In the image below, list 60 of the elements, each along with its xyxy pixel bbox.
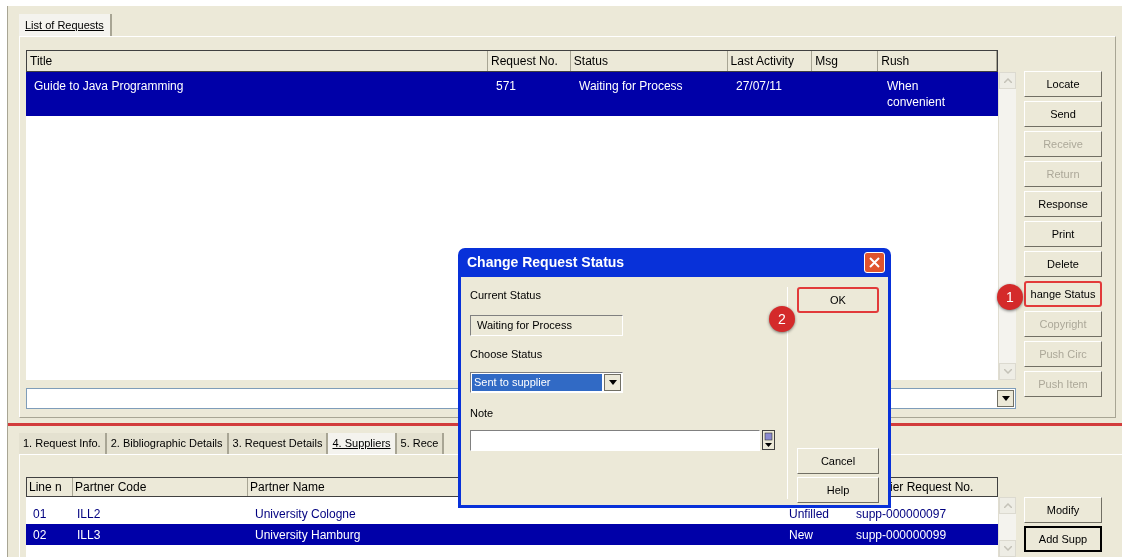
status-dropdown[interactable]: Sent to supplier [470, 372, 623, 393]
column-header[interactable]: Request No. [488, 51, 571, 71]
close-button[interactable] [864, 252, 885, 273]
column-header[interactable]: Partner Code [73, 478, 248, 496]
table-cell: University Cologne [255, 506, 356, 521]
tab[interactable]: List of Requests [19, 14, 112, 36]
list-icon[interactable] [762, 430, 775, 450]
table-cell: ILL2 [77, 506, 101, 521]
scrollbar[interactable] [998, 72, 1016, 380]
column-header[interactable]: Msg [812, 51, 879, 71]
table-cell: supp-000000097 [856, 506, 947, 521]
column-header[interactable]: Line n [27, 478, 73, 496]
ok-button[interactable]: OK [797, 287, 879, 313]
action-button[interactable]: hange Status [1024, 281, 1102, 307]
table-row[interactable]: 02 ILL3 University Hamburg New supp-000000099 [26, 524, 998, 545]
field-label: Current Status [470, 288, 541, 303]
help-button[interactable]: Help [797, 477, 879, 503]
cancel-button[interactable]: Cancel [797, 448, 879, 474]
tab[interactable]: 1. Request Info. [19, 433, 107, 454]
scroll-up-icon[interactable] [1003, 503, 1012, 508]
action-button[interactable]: Add Supp [1024, 526, 1102, 552]
scroll-up-icon[interactable] [1003, 78, 1012, 83]
table-cell: Guide to Java Programming [34, 79, 184, 93]
table-cell: University Hamburg [255, 527, 361, 542]
table-cell: New [789, 527, 813, 542]
table-cell: Unfilled [789, 506, 830, 521]
column-header[interactable]: ier Request No. [890, 478, 997, 496]
action-button[interactable]: Modify [1024, 497, 1102, 523]
close-icon [869, 257, 880, 268]
field-label: Choose Status [470, 346, 543, 362]
scrollbar[interactable] [998, 497, 1016, 557]
tab[interactable]: 5. Rece [396, 433, 445, 454]
scroll-down-icon[interactable] [1003, 369, 1012, 374]
table-cell: 571 [496, 79, 517, 93]
tab[interactable]: 3. Request Details [228, 433, 329, 454]
table-cell: 02 [33, 527, 47, 542]
field-label: Note [470, 406, 494, 421]
action-button[interactable]: Delete [1024, 251, 1102, 277]
dialog-title: Change Request Status [467, 253, 625, 272]
tab[interactable]: 4. Suppliers [328, 433, 397, 454]
table-row[interactable]: Guide to Java Programming 571 Waiting for Process 27/07/11 When convenient [26, 72, 998, 116]
tab[interactable]: 2. Bibliographic Details [106, 433, 229, 454]
column-header[interactable]: Title [27, 51, 489, 71]
scroll-down-icon[interactable] [1003, 546, 1012, 551]
table-cell: 27/07/11 [736, 79, 782, 93]
action-button[interactable]: Locate [1024, 71, 1102, 97]
column-header[interactable]: Status [570, 51, 728, 71]
note-field[interactable] [470, 429, 760, 451]
table-cell: ILL3 [77, 527, 101, 542]
dropdown-icon [1001, 396, 1010, 401]
table-cell: 01 [33, 506, 47, 521]
table-cell: supp-000000099 [856, 527, 947, 542]
status-field: Waiting for Process [470, 314, 623, 336]
action-button[interactable]: Print [1024, 221, 1102, 247]
action-button[interactable]: Send [1024, 101, 1102, 127]
table-cell: When convenient [887, 79, 946, 109]
table-cell: Waiting for Process [579, 79, 683, 93]
column-header[interactable]: Rush [878, 51, 997, 71]
action-button[interactable]: Response [1024, 191, 1102, 217]
column-header[interactable]: Last Activity [727, 51, 813, 71]
